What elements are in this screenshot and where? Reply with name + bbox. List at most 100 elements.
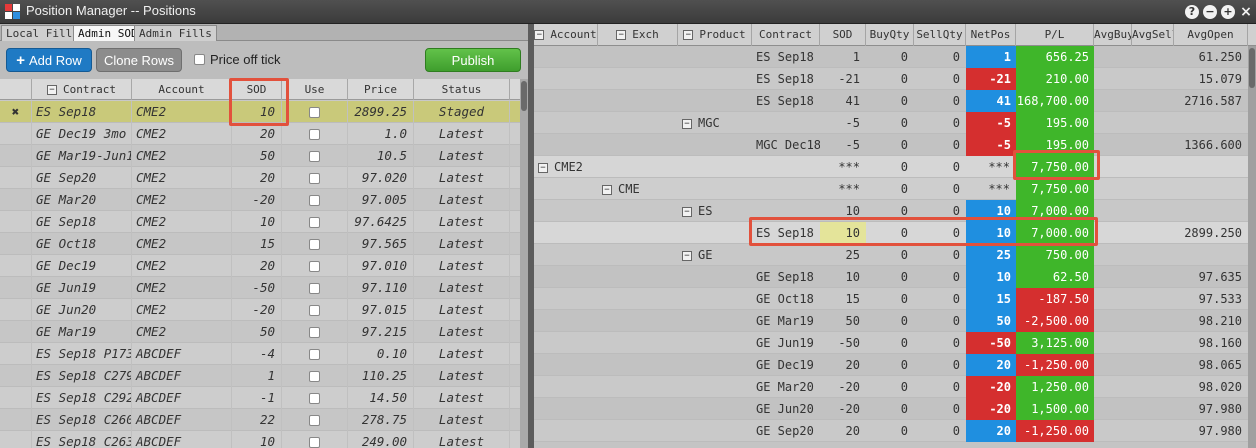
contract-cell[interactable]: GE Jun19 — [32, 277, 132, 299]
contract-cell[interactable]: GE Oct18 — [756, 288, 820, 310]
table-row[interactable]: GE Dec19 3mo C CME2 20 1.0 Latest — [0, 123, 520, 145]
right-scrollbar-thumb[interactable] — [1249, 48, 1255, 88]
sod-cell[interactable]: 50 — [232, 145, 282, 167]
use-settle-cell[interactable] — [282, 365, 348, 387]
price-cell[interactable]: 249.00 — [348, 431, 414, 448]
account-cell[interactable]: CME2 — [132, 145, 232, 167]
price-cell[interactable]: 97.015 — [348, 299, 414, 321]
use-settle-cell[interactable] — [282, 233, 348, 255]
tab-admin-sod[interactable]: Admin SOD — [73, 25, 143, 41]
position-row[interactable]: GE Oct18 15 0 0 15 -187.50 97.533 — [534, 288, 1248, 310]
close-icon[interactable]: × — [1239, 5, 1253, 19]
contract-cell[interactable]: MGC Dec18 — [756, 134, 820, 156]
use-settle-cell[interactable] — [282, 409, 348, 431]
contract-cell[interactable]: GE Dec19 3mo C — [32, 123, 132, 145]
price-cell[interactable]: 97.010 — [348, 255, 414, 277]
account-group-cell[interactable]: − CME2 — [538, 156, 678, 178]
table-row[interactable]: ES Sep18 C2920 ABCDEF -1 14.50 Latest — [0, 387, 520, 409]
column-header-exch[interactable]: − Exch — [598, 24, 678, 46]
use-settle-checkbox[interactable] — [309, 415, 320, 426]
product-group-cell[interactable]: − ES — [682, 200, 752, 222]
minimize-icon[interactable]: − — [1203, 5, 1217, 19]
collapse-icon[interactable]: − — [683, 30, 694, 40]
price-off-tick-checkbox[interactable] — [194, 54, 205, 65]
use-settle-checkbox[interactable] — [309, 437, 320, 448]
use-settle-checkbox[interactable] — [309, 217, 320, 228]
price-cell[interactable]: 278.75 — [348, 409, 414, 431]
price-cell[interactable]: 1.0 — [348, 123, 414, 145]
account-cell[interactable]: CME2 — [132, 299, 232, 321]
collapse-icon[interactable]: − — [602, 185, 612, 195]
table-row[interactable]: ES Sep18 P1730 ABCDEF -4 0.10 Latest — [0, 343, 520, 365]
sod-cell[interactable]: 15 — [232, 233, 282, 255]
sod-cell[interactable]: -20 — [232, 299, 282, 321]
help-icon[interactable]: ? — [1185, 5, 1199, 19]
price-cell[interactable]: 97.215 — [348, 321, 414, 343]
use-settle-checkbox[interactable] — [309, 393, 320, 404]
sod-cell[interactable]: 1 — [232, 365, 282, 387]
column-header-account[interactable]: Account — [132, 79, 232, 100]
contract-cell[interactable]: ES Sep18 — [756, 90, 820, 112]
column-header-buyqty[interactable]: BuyQty — [866, 24, 914, 46]
contract-cell[interactable]: GE Mar19-Jun19 — [32, 145, 132, 167]
table-row[interactable]: GE Mar19-Jun19 CME2 50 10.5 Latest — [0, 145, 520, 167]
contract-cell[interactable]: GE Mar19 — [32, 321, 132, 343]
column-header-contract[interactable]: Contract — [752, 24, 820, 46]
position-row[interactable]: GE Mar20 -20 0 0 -20 1,250.00 98.020 — [534, 376, 1248, 398]
use-settle-cell[interactable] — [282, 167, 348, 189]
price-cell[interactable]: 97.110 — [348, 277, 414, 299]
column-header-sod[interactable]: SOD — [820, 24, 866, 46]
position-row[interactable]: − MGC -5 0 0 -5 195.00 — [534, 112, 1248, 134]
publish-button[interactable]: Publish — [425, 48, 521, 72]
column-header-product[interactable]: − Product — [678, 24, 752, 46]
table-row[interactable]: GE Jun20 CME2 -20 97.015 Latest — [0, 299, 520, 321]
table-row[interactable]: GE Oct18 CME2 15 97.565 Latest — [0, 233, 520, 255]
delete-row-icon[interactable]: ✖ — [0, 101, 32, 123]
sod-cell[interactable]: 10 — [232, 211, 282, 233]
contract-cell[interactable] — [756, 112, 820, 134]
collapse-icon[interactable]: − — [682, 251, 692, 261]
table-row[interactable]: GE Mar19 CME2 50 97.215 Latest — [0, 321, 520, 343]
sod-cell[interactable]: 20 — [232, 255, 282, 277]
use-settle-cell[interactable] — [282, 145, 348, 167]
contract-cell[interactable]: GE Jun19 — [756, 332, 820, 354]
price-cell[interactable]: 14.50 — [348, 387, 414, 409]
price-off-tick-option[interactable]: Price off tick — [194, 52, 281, 67]
position-row[interactable]: MGC Dec18 -5 0 0 -5 195.00 1366.600 — [534, 134, 1248, 156]
price-cell[interactable]: 97.6425 — [348, 211, 414, 233]
clone-rows-button[interactable]: Clone Rows — [96, 48, 182, 72]
sod-cell[interactable]: 10 — [232, 431, 282, 448]
sod-cell[interactable]: -20 — [232, 189, 282, 211]
column-header-use-settle[interactable]: Use Settle — [282, 79, 348, 117]
account-cell[interactable]: CME2 — [132, 101, 232, 123]
contract-cell[interactable]: GE Mar19 — [756, 310, 820, 332]
left-scrollbar[interactable] — [520, 79, 528, 448]
account-cell[interactable]: CME2 — [132, 123, 232, 145]
use-settle-cell[interactable] — [282, 123, 348, 145]
use-settle-checkbox[interactable] — [309, 195, 320, 206]
tab-local-fills[interactable]: Local Fills — [1, 25, 84, 41]
contract-cell[interactable]: ES Sep18 — [756, 46, 820, 68]
use-settle-checkbox[interactable] — [309, 151, 320, 162]
use-settle-checkbox[interactable] — [309, 327, 320, 338]
contract-cell[interactable]: GE Sep20 — [32, 167, 132, 189]
contract-cell[interactable]: ES Sep18 C2630 — [32, 431, 132, 448]
price-cell[interactable]: 2899.25 — [348, 101, 414, 123]
use-settle-checkbox[interactable] — [309, 129, 320, 140]
account-cell[interactable]: CME2 — [132, 233, 232, 255]
price-cell[interactable]: 97.005 — [348, 189, 414, 211]
price-cell[interactable]: 110.25 — [348, 365, 414, 387]
use-settle-cell[interactable] — [282, 343, 348, 365]
add-row-button[interactable]: + Add Row — [6, 48, 92, 72]
product-group-cell[interactable]: − GE — [682, 244, 752, 266]
use-settle-checkbox[interactable] — [309, 349, 320, 360]
table-row[interactable]: GE Sep18 CME2 10 97.6425 Latest — [0, 211, 520, 233]
column-header-pl[interactable]: P/L — [1016, 24, 1094, 46]
position-row[interactable]: ES Sep18 41 0 0 41 168,700.00 2716.587 — [534, 90, 1248, 112]
column-header-netpos[interactable]: NetPos — [966, 24, 1016, 46]
account-cell[interactable]: ABCDEF — [132, 343, 232, 365]
product-group-cell[interactable]: − MGC — [682, 112, 752, 134]
collapse-icon[interactable]: − — [616, 30, 627, 40]
sod-cell[interactable]: -50 — [232, 277, 282, 299]
use-settle-checkbox[interactable] — [309, 305, 320, 316]
